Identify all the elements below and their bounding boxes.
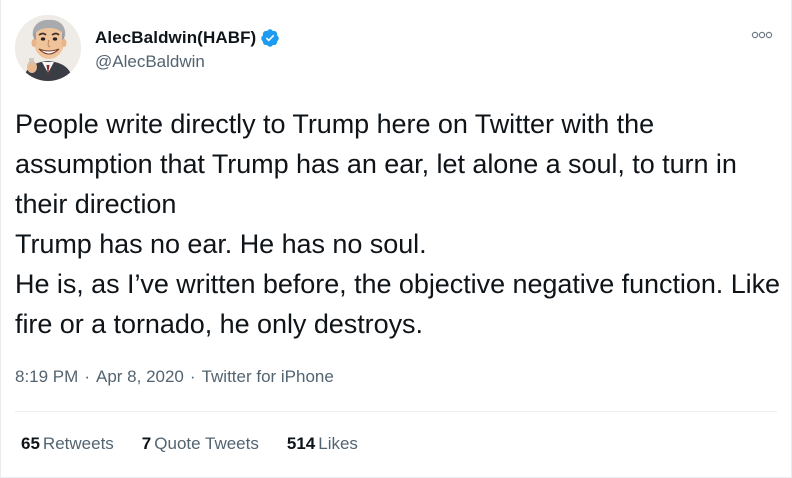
engagement-stats: 65 Retweets 7 Quote Tweets 514 Likes bbox=[21, 434, 386, 454]
retweets-label: Retweets bbox=[42, 434, 114, 453]
quote-tweets-count: 7 bbox=[141, 434, 152, 453]
verified-badge-icon bbox=[260, 28, 280, 48]
likes-count: 514 bbox=[286, 434, 316, 453]
author-name-row[interactable]: AlecBaldwin(HABF) bbox=[95, 27, 280, 49]
retweets-stat[interactable]: 65 Retweets bbox=[21, 434, 114, 454]
quote-tweets-label: Quote Tweets bbox=[154, 434, 259, 453]
caricature-avatar-icon bbox=[15, 15, 81, 81]
author-handle[interactable]: @AlecBaldwin bbox=[95, 52, 205, 72]
tweet-meta: 8:19 PM · Apr 8, 2020 · Twitter for iPho… bbox=[15, 367, 334, 387]
tweet-date-link[interactable]: Apr 8, 2020 bbox=[96, 367, 184, 387]
retweets-count: 65 bbox=[21, 434, 40, 453]
tweet-time-link[interactable]: 8:19 PM bbox=[15, 367, 78, 387]
divider bbox=[15, 411, 777, 412]
tweet-card: AlecBaldwin(HABF) @AlecBaldwin People wr… bbox=[0, 0, 792, 478]
meta-separator: · bbox=[189, 367, 196, 386]
likes-label: Likes bbox=[318, 434, 358, 453]
more-options-icon[interactable] bbox=[747, 24, 777, 46]
likes-stat[interactable]: 514 Likes bbox=[287, 434, 358, 454]
tweet-source-link[interactable]: Twitter for iPhone bbox=[202, 367, 334, 387]
tweet-text: People write directly to Trump here on T… bbox=[15, 109, 781, 339]
avatar[interactable] bbox=[15, 15, 81, 81]
quote-tweets-stat[interactable]: 7 Quote Tweets bbox=[142, 434, 259, 454]
meta-separator: · bbox=[84, 367, 90, 386]
display-name[interactable]: AlecBaldwin(HABF) bbox=[95, 28, 256, 48]
